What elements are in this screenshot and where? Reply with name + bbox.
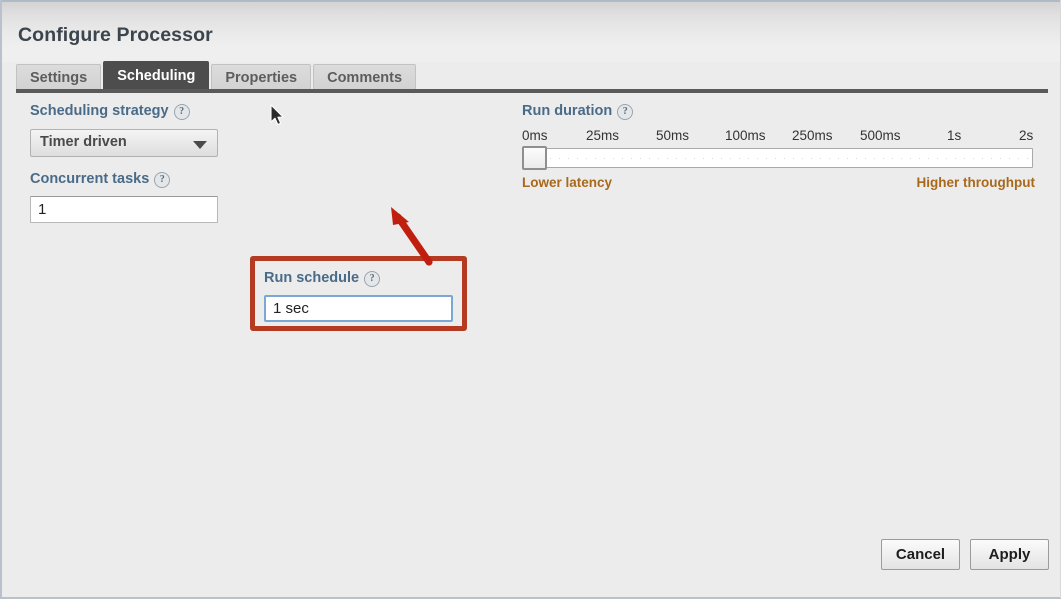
dialog-footer: Cancel Apply: [2, 531, 1061, 597]
scheduling-strategy-select[interactable]: Timer driven: [30, 129, 218, 157]
scheduling-panel: Scheduling strategy? Timer driven Concur…: [2, 93, 1061, 533]
run-duration-hint-row: Lower latency Higher throughput: [522, 175, 1035, 193]
tab-settings[interactable]: Settings: [16, 64, 101, 90]
dialog-header: Configure Processor: [2, 0, 1061, 62]
run-duration-slider[interactable]: [522, 148, 1033, 168]
run-schedule-group: Run schedule?: [264, 270, 453, 322]
configure-processor-dialog: Configure Processor Settings Scheduling …: [0, 0, 1061, 599]
tick-label: 50ms: [656, 128, 689, 143]
tick-label: 500ms: [860, 128, 901, 143]
run-duration-label-text: Run duration: [522, 103, 612, 119]
concurrent-tasks-label-text: Concurrent tasks: [30, 171, 149, 187]
run-duration-group: Run duration? 0ms 25ms 50ms 100ms 250ms …: [522, 103, 1035, 193]
higher-throughput-label: Higher throughput: [917, 175, 1035, 190]
footer-button-row: Cancel Apply: [881, 539, 1049, 570]
help-circle-icon[interactable]: ?: [364, 271, 380, 287]
scheduling-strategy-value: Timer driven: [40, 134, 127, 150]
concurrent-tasks-label: Concurrent tasks?: [30, 171, 218, 188]
help-circle-icon[interactable]: ?: [174, 104, 190, 120]
lower-latency-label: Lower latency: [522, 175, 612, 190]
help-circle-icon[interactable]: ?: [617, 104, 633, 120]
run-duration-label: Run duration?: [522, 103, 1035, 120]
run-duration-tick-labels: 0ms 25ms 50ms 100ms 250ms 500ms 1s 2s: [522, 128, 1035, 145]
tab-bar: Settings Scheduling Properties Comments: [2, 61, 1061, 92]
scheduling-strategy-group: Scheduling strategy? Timer driven: [30, 103, 218, 157]
slider-track-dots: [523, 158, 1032, 159]
tick-label: 25ms: [586, 128, 619, 143]
run-schedule-label-text: Run schedule: [264, 270, 359, 286]
run-schedule-label: Run schedule?: [264, 270, 453, 287]
chevron-down-icon: [193, 141, 207, 149]
help-circle-icon[interactable]: ?: [154, 172, 170, 188]
slider-handle[interactable]: [522, 146, 547, 170]
concurrent-tasks-input[interactable]: [30, 196, 218, 223]
page-title: Configure Processor: [18, 24, 213, 47]
scheduling-strategy-label: Scheduling strategy?: [30, 103, 218, 120]
cancel-button[interactable]: Cancel: [881, 539, 960, 570]
tick-label: 2s: [1019, 128, 1033, 143]
apply-button[interactable]: Apply: [970, 539, 1049, 570]
scheduling-strategy-label-text: Scheduling strategy: [30, 103, 169, 119]
tab-comments[interactable]: Comments: [313, 64, 416, 90]
tab-strip: Settings Scheduling Properties Comments: [16, 61, 416, 90]
tab-scheduling[interactable]: Scheduling: [103, 61, 209, 90]
tab-properties[interactable]: Properties: [211, 64, 311, 90]
run-schedule-input[interactable]: [264, 295, 453, 322]
tick-label: 0ms: [522, 128, 548, 143]
tick-label: 1s: [947, 128, 961, 143]
concurrent-tasks-group: Concurrent tasks?: [30, 171, 218, 223]
tick-label: 250ms: [792, 128, 833, 143]
tick-label: 100ms: [725, 128, 766, 143]
